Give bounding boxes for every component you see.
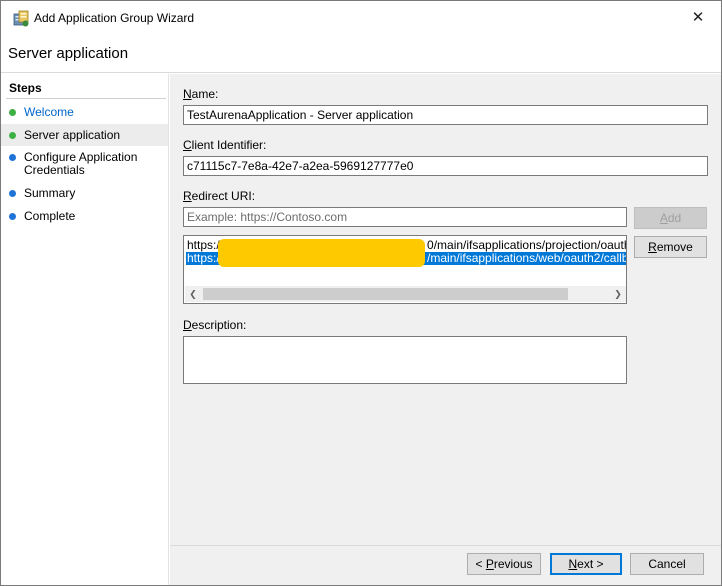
steps-title: Steps (9, 81, 42, 95)
page-title: Server application (8, 45, 129, 62)
step-pending-icon (9, 213, 16, 220)
step-complete-icon (9, 109, 16, 116)
step-label: Summary (24, 186, 76, 200)
step-configure-credentials: Configure Application Credentials (1, 147, 168, 181)
form-panel: Name: TestAurenaApplication - Server app… (170, 74, 721, 545)
window-title: Add Application Group Wizard (34, 11, 195, 25)
close-icon[interactable]: ✕ (675, 1, 721, 33)
steps-sidebar: Steps Welcome Server application Configu… (1, 74, 169, 585)
server-group-icon (13, 10, 29, 27)
step-welcome: Welcome (1, 102, 168, 123)
redirect-uri-list[interactable]: https://0/main/ifsapplications/projectio… (183, 235, 627, 304)
cancel-button[interactable]: Cancel (630, 553, 704, 575)
next-button[interactable]: Next > (550, 553, 622, 575)
steps-divider (6, 98, 166, 99)
step-label: Server application (24, 128, 121, 142)
description-field[interactable] (183, 336, 627, 384)
step-complete: Complete (1, 206, 168, 227)
previous-button[interactable]: < Previous (467, 553, 541, 575)
step-label: Complete (24, 209, 76, 223)
add-button[interactable]: Add (634, 207, 707, 229)
remove-button[interactable]: Remove (634, 236, 707, 258)
step-pending-icon (9, 154, 16, 161)
description-label: Description: (183, 318, 247, 332)
step-summary: Summary (1, 183, 168, 204)
name-field[interactable]: TestAurenaApplication - Server applicati… (183, 105, 708, 125)
step-label: Configure Application Credentials (24, 150, 138, 177)
redirect-uri-input[interactable]: Example: https://Contoso.com (183, 207, 627, 227)
page-header: Server application (1, 35, 721, 73)
title-bar: Add Application Group Wizard ✕ (1, 1, 721, 35)
redacted-overlay (218, 239, 425, 267)
redirect-uri-label: Redirect URI: (183, 189, 256, 203)
horizontal-scrollbar[interactable]: ❮ ❯ (185, 286, 626, 302)
client-identifier-field[interactable]: c71115c7-7e8a-42e7-a2ea-5969127777e0 (183, 156, 708, 176)
step-label: Welcome (24, 105, 74, 119)
step-current-icon (9, 132, 16, 139)
scrollbar-thumb[interactable] (203, 288, 568, 300)
scroll-left-icon[interactable]: ❮ (185, 286, 201, 302)
wizard-window: Add Application Group Wizard ✕ Server ap… (0, 0, 722, 586)
name-label: Name: (183, 87, 219, 101)
wizard-footer: < Previous Next > Cancel (170, 545, 721, 585)
step-server-application: Server application (1, 124, 168, 146)
step-pending-icon (9, 190, 16, 197)
scroll-right-icon[interactable]: ❯ (610, 286, 626, 302)
client-identifier-label: Client Identifier: (183, 138, 267, 152)
